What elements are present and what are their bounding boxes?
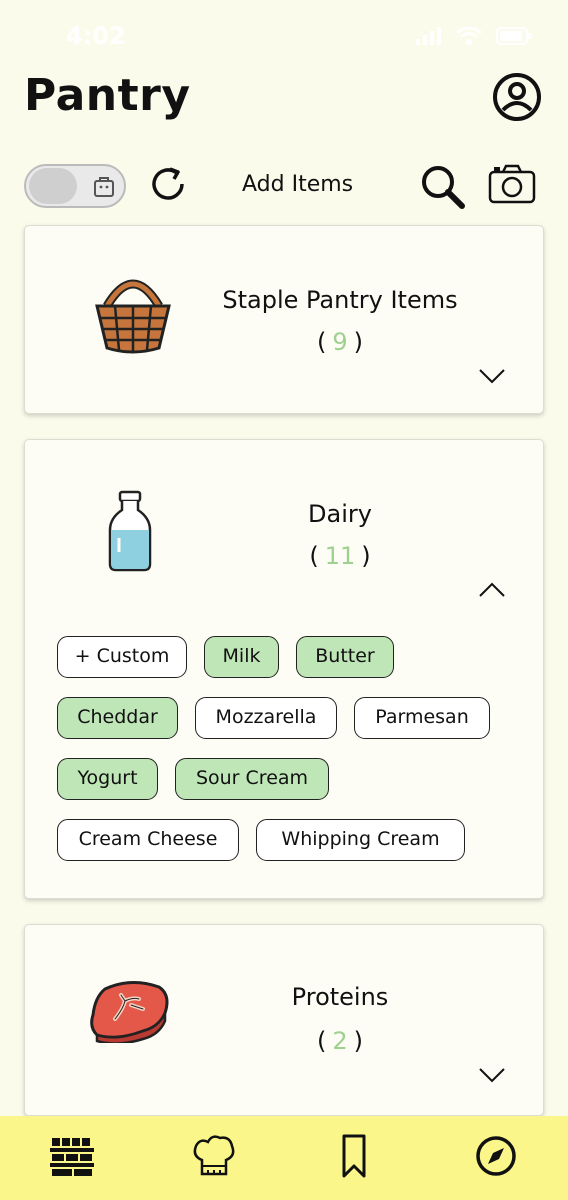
page-title: Pantry [24, 70, 191, 121]
status-icons [416, 26, 532, 46]
count-value: 9 [332, 328, 348, 356]
chip-yogurt[interactable]: Yogurt [57, 758, 158, 800]
chip-milk[interactable]: Milk [204, 636, 279, 678]
milk-bottle-icon [108, 490, 152, 572]
refresh-icon[interactable] [148, 164, 188, 204]
chevron-up-icon[interactable] [477, 580, 507, 600]
category-title: Dairy [308, 500, 372, 528]
shopping-bag-icon [94, 177, 114, 197]
chip-cream-cheese[interactable]: Cream Cheese [57, 819, 239, 861]
pantry-shelf-icon[interactable] [48, 1132, 96, 1180]
profile-icon[interactable] [492, 72, 542, 122]
category-count: (9) [155, 328, 525, 356]
chip-parmesan[interactable]: Parmesan [354, 697, 490, 739]
chip-sour-cream[interactable]: Sour Cream [175, 758, 329, 800]
chef-hat-icon[interactable] [190, 1132, 238, 1180]
chip-cheddar[interactable]: Cheddar [57, 697, 178, 739]
camera-icon[interactable] [488, 164, 536, 204]
chip-butter[interactable]: Butter [296, 636, 394, 678]
battery-icon [496, 27, 531, 45]
wifi-icon [456, 26, 482, 45]
count-close: ) [361, 542, 371, 570]
count-close: ) [353, 328, 364, 356]
chip-custom[interactable]: + Custom [57, 636, 187, 678]
bookmark-icon[interactable] [330, 1132, 378, 1180]
count-close: ) [353, 1027, 364, 1055]
category-count: (2) [155, 1027, 525, 1055]
count-value: 2 [332, 1027, 348, 1055]
category-card-proteins[interactable]: Proteins (2) [24, 924, 544, 1116]
add-items-button[interactable]: Add Items [242, 172, 353, 197]
category-card-dairy[interactable]: Dairy (11) + Custom Milk Butter Cheddar … [24, 439, 544, 899]
count-open: ( [309, 542, 319, 570]
pantry-mode-toggle[interactable] [24, 164, 126, 208]
count-open: ( [316, 328, 327, 356]
chip-whipping-cream[interactable]: Whipping Cream [256, 819, 465, 861]
status-bar: 4:02 [0, 0, 568, 70]
chevron-down-icon[interactable] [477, 1065, 507, 1085]
bottom-tab-bar [0, 1116, 568, 1200]
compass-icon[interactable] [472, 1132, 520, 1180]
chevron-down-icon[interactable] [477, 366, 507, 386]
count-open: ( [316, 1027, 327, 1055]
category-count: (11) [155, 542, 525, 570]
signal-icon [416, 27, 441, 45]
category-title: Staple Pantry Items [222, 286, 458, 314]
chip-mozzarella[interactable]: Mozzarella [195, 697, 337, 739]
status-time: 4:02 [66, 22, 126, 50]
count-value: 11 [324, 542, 356, 570]
category-card-staples[interactable]: Staple Pantry Items (9) [24, 225, 544, 414]
category-title: Proteins [291, 983, 389, 1011]
toggle-knob [29, 168, 77, 204]
toolbar: Add Items [0, 160, 568, 216]
search-icon[interactable] [418, 162, 468, 212]
